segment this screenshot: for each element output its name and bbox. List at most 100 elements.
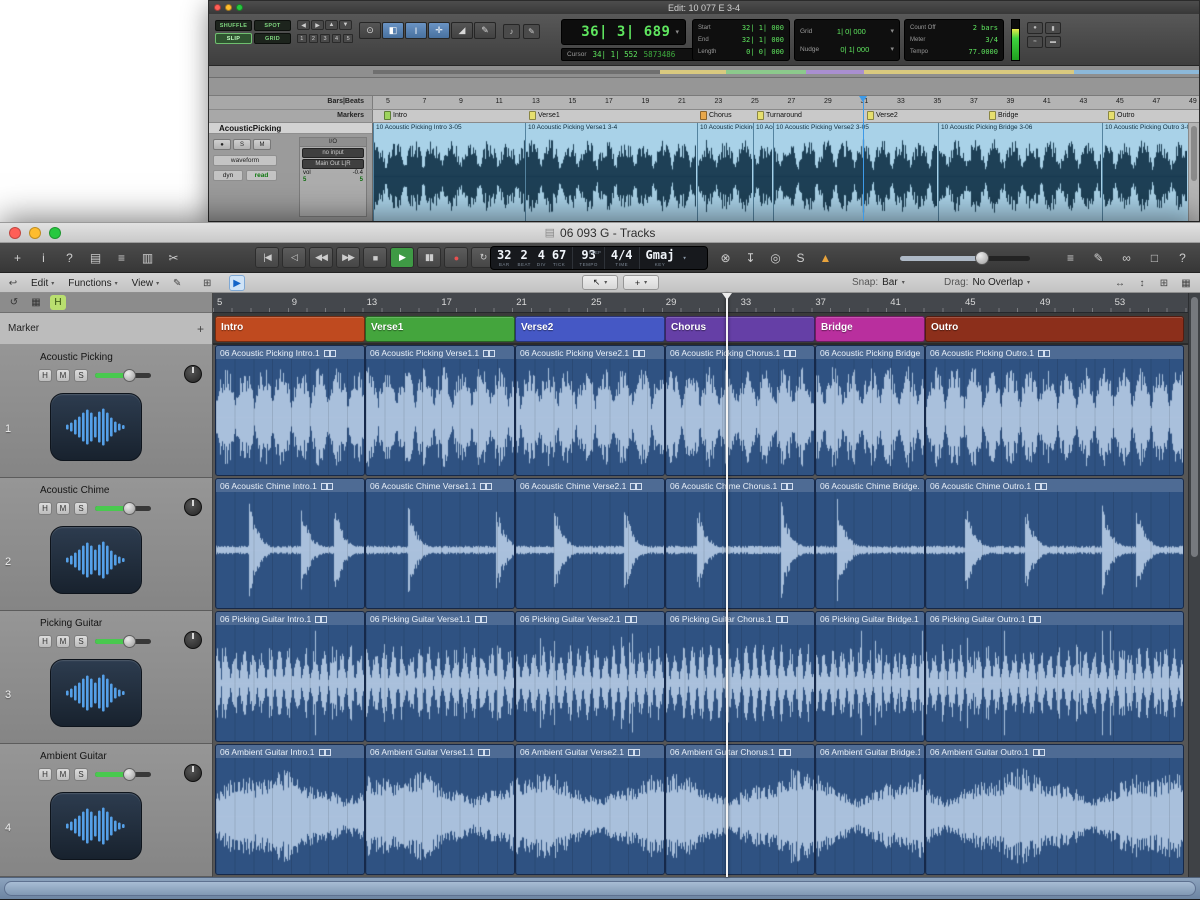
trim-tool-icon[interactable]: ◧ (382, 22, 404, 39)
rewind-button[interactable]: ◀◀ (309, 247, 333, 268)
timeline-marker[interactable]: Chorus (700, 111, 732, 120)
arrangement-marker-intro[interactable]: Intro (215, 316, 365, 342)
chevron-down-icon[interactable]: ▾ (890, 27, 894, 35)
go-to-beginning-button[interactable]: |◀ (255, 247, 279, 268)
region[interactable]: 06 Acoustic Picking Verse1.1 (365, 345, 515, 476)
region[interactable]: 06 Acoustic Chime Intro.1 (215, 478, 365, 609)
region[interactable]: 06 Acoustic Picking Bridge.1 (815, 345, 925, 476)
track-h-button[interactable]: H (38, 768, 52, 781)
grabber-tool-icon[interactable]: ✛ (428, 22, 450, 39)
field-value[interactable]: 32| 1| 000 (742, 36, 784, 44)
chevron-down-icon[interactable]: ▾ (675, 28, 679, 36)
track-s-button[interactable]: S (74, 502, 88, 515)
zoom-v-icon[interactable]: ↕ (1134, 275, 1150, 291)
menu-view[interactable]: View▾ (132, 278, 160, 289)
track-h-button[interactable]: H (38, 502, 52, 515)
zoom-left-icon[interactable]: ◀ (297, 20, 310, 30)
region[interactable]: 06 Acoustic Picking Chorus.1 (665, 345, 815, 476)
field-value[interactable]: 3/4 (985, 36, 998, 44)
lcd-display[interactable]: 32BAR 2BEAT 4DIV 67TICK KEEP 93TEMPO 4/4… (490, 246, 708, 270)
region[interactable]: 06 Picking Guitar Verse1.1 (365, 611, 515, 742)
track-volume-slider[interactable] (95, 772, 151, 777)
track-button-0[interactable]: ● (213, 139, 231, 150)
pan-knob[interactable] (184, 365, 202, 383)
scrollbar-thumb[interactable] (1191, 297, 1198, 557)
markers-ruler-label[interactable]: Markers (209, 110, 373, 122)
pencil-icon[interactable]: ✎ (169, 275, 185, 291)
volume-readout[interactable]: vol -0.4 (303, 170, 363, 176)
smart-controls-icon[interactable]: ≡ (112, 248, 131, 268)
forward-button[interactable]: ▶▶ (336, 247, 360, 268)
zoom-window-button[interactable] (49, 227, 61, 239)
stop-button[interactable]: ■ (363, 247, 387, 268)
bars-ruler-lane[interactable]: 5791113151719212325272931333537394143454… (373, 96, 1199, 109)
audio-region[interactable]: 10 Acoustic Picking Bridge 3-06 (939, 123, 1103, 222)
grid-value[interactable]: 1| 0| 000 (837, 27, 866, 36)
link-timeline-icon[interactable]: ● (1027, 22, 1043, 34)
metronome-icon[interactable]: ▲ (816, 248, 835, 268)
zoom-preset-1[interactable]: 1 (297, 34, 307, 43)
zoom-preset-2[interactable]: 2 (309, 34, 319, 43)
track-m-button[interactable]: M (56, 635, 70, 648)
field-value[interactable]: 32| 1| 000 (742, 24, 784, 32)
audio-region[interactable]: 10 Acoustic Picking Verse2 3-05 (774, 123, 939, 222)
timeline-marker[interactable]: Verse1 (529, 111, 560, 120)
minimize-button[interactable] (225, 4, 232, 11)
track-s-button[interactable]: S (74, 635, 88, 648)
scrollbar-thumb[interactable] (4, 881, 1196, 896)
region[interactable]: 06 Acoustic Chime Verse1.1 (365, 478, 515, 609)
menu-functions[interactable]: Functions▾ (68, 278, 117, 289)
pan-knob[interactable] (184, 631, 202, 649)
markers-ruler-lane[interactable]: IntroVerse1ChorusTurnaroundVerse2BridgeO… (373, 110, 1199, 122)
audio-region[interactable]: 10 Acoustic Picking Turnaround (754, 123, 774, 222)
audio-region[interactable]: 10 Acoustic Picking Outro 3-0 (1103, 123, 1188, 222)
track-header-2[interactable]: 2Acoustic ChimeHMS (0, 478, 212, 611)
region[interactable]: 06 Picking Guitar Chorus.1 (665, 611, 815, 742)
nudge-value[interactable]: 0| 1| 000 (840, 45, 869, 54)
record-button[interactable]: ● (444, 247, 468, 268)
marker-lane-header[interactable]: Marker + (0, 313, 212, 345)
timeline-marker[interactable]: Outro (1108, 111, 1135, 120)
scrubber-tool-icon[interactable]: ◢ (451, 22, 473, 39)
arrangement-marker-verse1[interactable]: Verse1 (365, 316, 515, 342)
zoom-preset-3[interactable]: 3 (320, 34, 330, 43)
low-latency-icon[interactable]: ◎ (766, 248, 785, 268)
track-volume-slider[interactable] (95, 506, 151, 511)
edit-mode-grid[interactable]: GRID (254, 33, 291, 44)
region[interactable]: 06 Picking Guitar Intro.1 (215, 611, 365, 742)
region[interactable]: 06 Ambient Guitar Verse2.1 (515, 744, 665, 875)
region[interactable]: 06 Ambient Guitar Chorus.1 (665, 744, 815, 875)
track-volume-slider[interactable] (95, 373, 151, 378)
chevron-down-icon[interactable]: ▾ (682, 254, 686, 262)
audio-region[interactable]: 10 Acoustic Picking Intro 3-05 (373, 123, 526, 222)
track-button-2[interactable]: M (253, 139, 271, 150)
track-m-button[interactable]: M (56, 369, 70, 382)
audition-icon[interactable]: ♪ (503, 24, 520, 39)
solo-icon[interactable]: S (791, 248, 810, 268)
plus-icon[interactable]: + (8, 248, 27, 268)
edit-mode-slip[interactable]: SLIP (215, 33, 252, 44)
catch-playhead-icon[interactable]: ▶ (229, 275, 245, 291)
drag-mode-selector[interactable]: Drag: No Overlap ▾ (944, 277, 1030, 288)
pencil-icon[interactable]: ✎ (523, 24, 540, 39)
track-name[interactable]: AcousticPicking (209, 123, 372, 134)
pan-readout[interactable]: 5 5 (303, 177, 363, 183)
arrangement-marker-chorus[interactable]: Chorus (665, 316, 815, 342)
close-button[interactable] (9, 227, 21, 239)
region[interactable]: 06 Acoustic Picking Verse2.1 (515, 345, 665, 476)
library-icon[interactable]: ▤ (86, 248, 105, 268)
arrangement-marker-bridge[interactable]: Bridge (815, 316, 925, 342)
track-header-4[interactable]: 4Ambient GuitarHMS (0, 744, 212, 877)
menu-edit[interactable]: Edit▾ (31, 278, 54, 289)
bars-ruler-label[interactable]: Bars|Beats (209, 96, 373, 109)
pause-button[interactable]: ▮▮ (417, 247, 441, 268)
track-header-3[interactable]: 3Picking GuitarHMS (0, 611, 212, 744)
field-value[interactable]: 77.0000 (968, 48, 998, 56)
lcd-time-signature[interactable]: 4/4TIME (605, 247, 640, 269)
track-m-button[interactable]: M (56, 768, 70, 781)
main-counter[interactable]: 36| 3| 689 ▾ (561, 19, 686, 45)
snap-selector[interactable]: Snap: Bar ▾ (852, 277, 905, 288)
edit-mode-shuffle[interactable]: SHUFFLE (215, 20, 252, 31)
track-s-button[interactable]: S (74, 369, 88, 382)
insertion-follows-icon[interactable]: ≈ (1027, 36, 1043, 48)
